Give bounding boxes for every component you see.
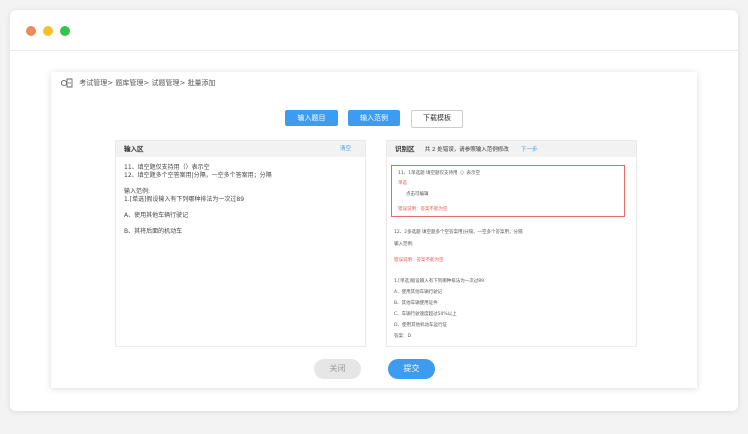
example-answer: 答案：D xyxy=(394,334,411,339)
example-option: C、车辆行驶速度超过50%以上 xyxy=(394,312,457,317)
input-line: 12、填空题多个空答案用|分隔，一空多个答案用；分隔 xyxy=(124,172,272,179)
minimize-window-dot[interactable] xyxy=(43,26,53,36)
input-panel-header: 输入区 清空 xyxy=(116,141,365,157)
breadcrumb-bank[interactable]: 题库管理> xyxy=(115,79,149,87)
input-panel: 输入区 清空 11、填空题仅支持用（）表示空 12、填空题多个空答案用|分隔，一… xyxy=(115,140,366,347)
maximize-window-dot[interactable] xyxy=(60,26,70,36)
example-stem: 1.[单选]假设输入有下列哪种排法为一次过89 xyxy=(394,279,485,284)
breadcrumb-exam[interactable]: 考试管理> xyxy=(79,79,113,87)
input-line: 11、填空题仅支持用（）表示空 xyxy=(124,164,210,171)
editable-option[interactable]: 点击可编辑 xyxy=(406,191,429,197)
close-window-dot[interactable] xyxy=(26,26,36,36)
input-textarea[interactable]: 11、填空题仅支持用（）表示空 12、填空题多个空答案用|分隔，一空多个答案用；… xyxy=(116,158,365,346)
question-line[interactable]: 12、2多选题 填空题多个空答案用|分隔，一空多个答案用；分隔 xyxy=(394,229,523,235)
example-option: D、使用其他机动车运行证 xyxy=(394,323,447,328)
input-example-button[interactable]: 输入范例 xyxy=(348,110,400,126)
error-summary: 共 2 处错误，请参照输入范例修改 xyxy=(424,147,509,153)
input-question-button[interactable]: 输入题目 xyxy=(285,110,338,126)
input-line: B、其将后面的机动车 xyxy=(124,228,183,235)
error-question-box[interactable]: 11、1单选题 填空题仅支持用（）表示空 单选 点击可编辑 错误说明：答案不能为… xyxy=(391,165,625,217)
input-line: A、使用其他车辆行驶记 xyxy=(124,212,189,219)
question-line: 11、1单选题 填空题仅支持用（）表示空 xyxy=(398,171,481,176)
submit-button[interactable]: 提交 xyxy=(388,359,435,379)
next-step-link[interactable]: 下一步 xyxy=(521,147,538,153)
input-line: 1.[单选]假设输入有下列哪种排法为一次过89 xyxy=(124,196,245,203)
breadcrumb: 考试管理> 题库管理> 试题管理> 批量添加 xyxy=(61,78,216,92)
example-option: A、使用其他车辆行驶记 xyxy=(394,290,443,295)
clear-link[interactable]: 清空 xyxy=(340,141,351,157)
check-panel: 识别区 共 2 处错误，请参照输入范例修改 下一步 11、1单选题 填空题仅支持… xyxy=(386,140,637,347)
close-button[interactable]: 关闭 xyxy=(314,359,361,379)
breadcrumb-questions[interactable]: 试题管理> xyxy=(151,79,185,87)
example-option: B、其他车辆使用证件 xyxy=(394,301,438,306)
question-sub: 输入范例: xyxy=(394,242,414,247)
check-panel-header: 识别区 共 2 处错误，请参照输入范例修改 下一步 xyxy=(387,141,636,157)
breadcrumb-current: 批量添加 xyxy=(187,79,216,87)
download-template-button[interactable]: 下载模板 xyxy=(411,110,463,128)
batch-add-dialog: 考试管理> 题库管理> 试题管理> 批量添加 输入题目 输入范例 下载模板 输入… xyxy=(51,72,697,388)
app-logo-icon xyxy=(61,78,73,88)
question-type-tag: 单选 xyxy=(398,181,407,186)
error-message: 错误说明：答案不能为空 xyxy=(394,258,444,263)
browser-window: 考试管理> 题库管理> 试题管理> 批量添加 输入题目 输入范例 下载模板 输入… xyxy=(10,10,738,411)
check-panel-title: 识别区 xyxy=(395,145,415,153)
title-bar xyxy=(10,10,738,51)
input-panel-title: 输入区 xyxy=(124,145,144,153)
error-message: 错误说明：答案不能为空 xyxy=(398,207,448,212)
input-line: 输入范例: xyxy=(124,188,151,195)
